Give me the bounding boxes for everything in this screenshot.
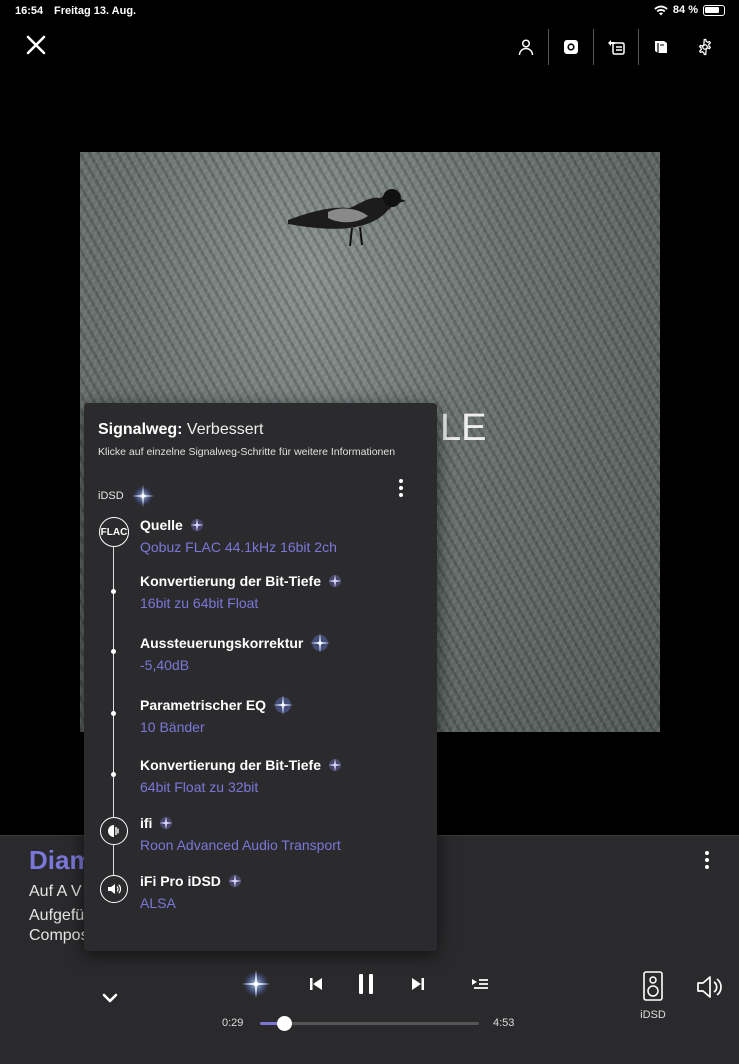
play-queue-icon: [472, 979, 488, 989]
flac-badge-label: FLAC: [100, 526, 128, 538]
volume-icon: [697, 976, 722, 998]
signal-path-zone: iDSD: [98, 483, 156, 509]
signal-step-name-text: ifi: [140, 815, 153, 831]
signal-step-name-text: Konvertierung der Bit-Tiefe: [140, 757, 321, 773]
signal-step-name-text: Parametrischer EQ: [140, 697, 267, 713]
close-icon: [26, 35, 46, 55]
signal-step-value: 10 Bänder: [140, 719, 205, 735]
quality-sparkle-icon: [190, 518, 204, 532]
time-total: 4:53: [493, 1017, 515, 1029]
queue-button[interactable]: [594, 28, 638, 66]
quality-sparkle-icon: [159, 816, 173, 830]
next-button[interactable]: [400, 966, 436, 1002]
signal-path-zone-label: iDSD: [98, 490, 124, 502]
collapse-button[interactable]: [98, 986, 122, 1010]
signal-path-title: Signalweg: Verbessert: [98, 421, 263, 439]
skip-next-icon: [412, 978, 424, 990]
signal-path-subtitle: Klicke auf einzelne Signalweg-Schritte f…: [98, 446, 396, 458]
status-bar: 16:54 Freitag 13. Aug. 84 %: [0, 0, 739, 22]
profile-button[interactable]: [504, 28, 548, 66]
status-time: 16:54: [15, 5, 44, 17]
track-more-button[interactable]: [697, 848, 717, 872]
performer-line: Aufgefü: [29, 907, 85, 924]
signal-step-value: Roon Advanced Audio Transport: [140, 837, 341, 853]
pause-button[interactable]: [348, 966, 384, 1002]
quality-sparkle-icon: [328, 574, 342, 588]
signal-step-value: Qobuz FLAC 44.1kHz 16bit 2ch: [140, 539, 337, 555]
signal-step-dot: [111, 589, 116, 594]
library-button[interactable]: [639, 28, 683, 66]
more-vertical-icon: [705, 851, 709, 869]
signal-step-dot: [111, 649, 116, 654]
quality-sparkle-icon: [228, 874, 242, 888]
more-vertical-icon: [399, 479, 403, 497]
radio-icon: [564, 40, 578, 54]
signal-sparkle-icon: [242, 970, 270, 998]
quality-sparkle-icon: [131, 485, 154, 507]
queue-mode-button[interactable]: [462, 966, 498, 1002]
volume-button[interactable]: [694, 972, 728, 1006]
signal-step-dot: [111, 772, 116, 777]
radio-button[interactable]: [549, 28, 593, 66]
settings-button[interactable]: [683, 28, 727, 66]
signal-path-panel: Signalweg: Verbessert Klicke auf einzeln…: [84, 403, 437, 951]
enhanced-sparkle-icon: [273, 695, 294, 715]
top-toolbar: [504, 28, 727, 66]
battery-icon: [703, 4, 725, 16]
signal-step-name-text: Aussteuerungskorrektur: [140, 635, 304, 651]
quality-sparkle-icon: [328, 758, 342, 772]
signal-step-name: Aussteuerungskorrektur: [140, 632, 331, 654]
person-icon: [518, 39, 534, 56]
raat-icon: [108, 825, 119, 837]
signal-step-name: iFi Pro iDSD: [140, 873, 243, 889]
signal-path-label: Signalweg:: [98, 421, 183, 438]
zone-label: iDSD: [640, 1009, 666, 1021]
signal-step-dot: [111, 711, 116, 716]
skip-previous-icon: [310, 978, 322, 990]
signal-step-name-text: iFi Pro iDSD: [140, 873, 221, 889]
speaker-icon: [643, 971, 663, 1001]
signal-step-name: Quelle: [140, 517, 205, 533]
chevron-down-icon: [102, 993, 118, 1003]
signal-step-name: Parametrischer EQ: [140, 694, 294, 716]
composer-line: Compos: [29, 927, 89, 944]
signal-path-button[interactable]: [238, 966, 274, 1002]
enhanced-sparkle-icon: [310, 633, 331, 653]
previous-button[interactable]: [298, 966, 334, 1002]
signal-step-name: Konvertierung der Bit-Tiefe: [140, 757, 343, 773]
album-line[interactable]: Auf A V: [29, 883, 81, 901]
zone-button[interactable]: iDSD: [636, 971, 670, 1027]
book-icon: [655, 41, 667, 53]
signal-step-value: 64bit Float zu 32bit: [140, 779, 259, 795]
close-button[interactable]: [24, 33, 48, 57]
seek-bar-handle[interactable]: [277, 1016, 293, 1031]
crow-illustration: [288, 189, 406, 247]
time-elapsed: 0:29: [222, 1017, 244, 1029]
battery-percent: 84 %: [672, 4, 698, 16]
signal-step-value: ALSA: [140, 895, 176, 911]
signal-step-value: 16bit zu 64bit Float: [140, 595, 259, 611]
flac-badge: FLAC: [99, 517, 129, 547]
pause-icon: [359, 974, 373, 994]
signal-step-name: ifi: [140, 815, 174, 831]
wifi-icon: [654, 5, 668, 15]
seek-bar[interactable]: [260, 1016, 479, 1031]
queue-icon: [608, 40, 625, 55]
gear-icon: [698, 38, 712, 56]
transport-badge: [100, 817, 128, 845]
album-cover-text: LE: [440, 407, 487, 449]
output-badge: [100, 875, 128, 903]
speaker-volume-icon: [108, 884, 122, 894]
status-right: 84 %: [654, 4, 725, 16]
signal-step-name-text: Konvertierung der Bit-Tiefe: [140, 573, 321, 589]
signal-path-more-button[interactable]: [391, 476, 411, 500]
signal-path-quality: Verbessert: [186, 421, 264, 438]
signal-step-name-text: Quelle: [140, 517, 183, 533]
signal-step-value: -5,40dB: [140, 657, 190, 673]
status-date: Freitag 13. Aug.: [54, 5, 137, 17]
signal-step-name: Konvertierung der Bit-Tiefe: [140, 573, 343, 589]
